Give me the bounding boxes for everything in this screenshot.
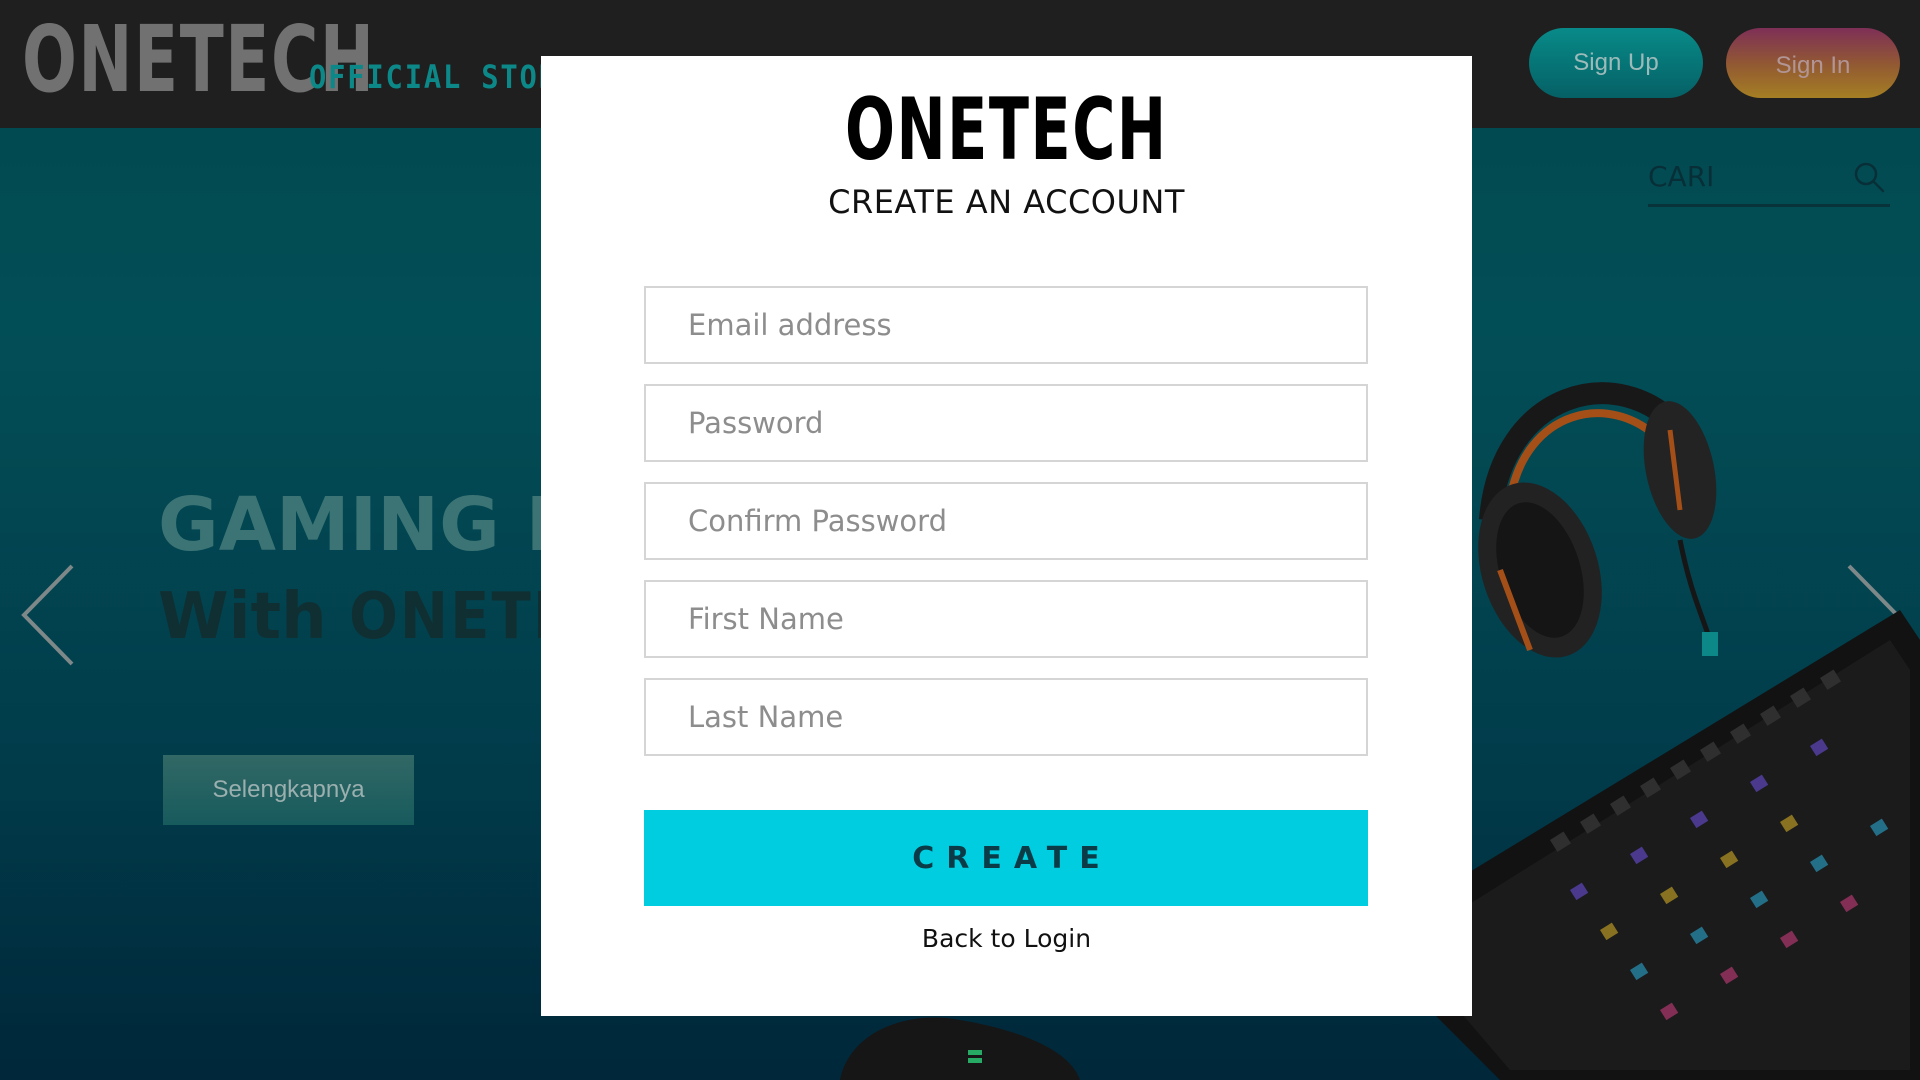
last-name-field[interactable]	[644, 678, 1368, 756]
password-field[interactable]	[644, 384, 1368, 462]
email-field[interactable]	[644, 286, 1368, 364]
create-account-modal: ONETECH CREATE AN ACCOUNT CREATE Back to…	[541, 56, 1472, 1016]
back-to-login-link[interactable]: Back to Login	[541, 924, 1472, 953]
page: ONETECH OFFICIAL STORE Sign Up Sign In G…	[0, 0, 1920, 1080]
create-account-button[interactable]: CREATE	[644, 810, 1368, 906]
modal-title: CREATE AN ACCOUNT	[828, 183, 1185, 221]
modal-logo: ONETECH	[541, 84, 1472, 176]
modal-logo-text: ONETECH	[845, 80, 1168, 180]
confirm-password-field[interactable]	[644, 482, 1368, 560]
first-name-field[interactable]	[644, 580, 1368, 658]
